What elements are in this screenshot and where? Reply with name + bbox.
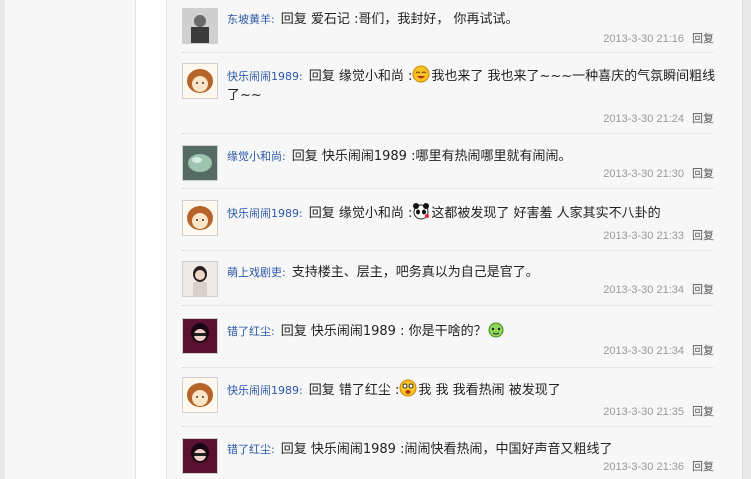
comment-body: 回复 快乐闹闹1989 : 你是干啥的？ bbox=[280, 324, 487, 339]
avatar[interactable] bbox=[182, 145, 218, 181]
comment-text: 快乐闹闹1989: 回复 缘觉小和尚 : 这都被发现了 好害羞 人家其实不八卦的 bbox=[227, 202, 717, 223]
timestamp: 2013-3-30 21:24 bbox=[603, 113, 684, 125]
comment-meta: 2013-3-30 21:34 回复 bbox=[603, 281, 714, 297]
comment-list: 东坡黄羊: 回复 爱石记 :哥们，我封好， 你再试试。 2013-3-30 21:… bbox=[166, 0, 742, 479]
avatar[interactable] bbox=[182, 377, 218, 413]
comment-meta: 2013-3-30 21:30 回复 bbox=[603, 165, 714, 181]
avatar[interactable] bbox=[182, 438, 218, 474]
timestamp: 2013-3-30 21:34 bbox=[603, 284, 684, 296]
timestamp: 2013-3-30 21:34 bbox=[603, 345, 684, 357]
reply-link[interactable]: 回复 bbox=[692, 33, 714, 45]
divider bbox=[182, 250, 714, 251]
jade-stone-icon bbox=[183, 146, 217, 180]
username-link[interactable]: 缘觉小和尚 bbox=[227, 150, 282, 163]
timestamp: 2013-3-30 21:30 bbox=[603, 168, 684, 180]
user-photo-icon bbox=[183, 439, 217, 473]
comment-body-cont: 我 我 我看热闹 被发现了 bbox=[418, 383, 561, 398]
comment-meta: 2013-3-30 21:35 回复 bbox=[603, 403, 714, 419]
divider bbox=[182, 305, 714, 306]
divider bbox=[182, 188, 714, 189]
avatar[interactable] bbox=[182, 318, 218, 354]
timestamp: 2013-3-30 21:35 bbox=[603, 406, 684, 418]
comment-meta: 2013-3-30 21:16 回复 bbox=[603, 30, 714, 46]
comment-item: 快乐闹闹1989: 回复 缘觉小和尚 : 我也来了 我也来了~~~一种喜庆的气氛瞬间… bbox=[182, 63, 717, 126]
comment-body: 回复 缘觉小和尚 : bbox=[308, 69, 413, 84]
comment-text: 东坡黄羊: 回复 爱石记 :哥们，我封好， 你再试试。 bbox=[227, 12, 519, 27]
left-border bbox=[0, 0, 5, 479]
avatar[interactable] bbox=[182, 261, 218, 297]
comment-body: 回复 快乐闹闹1989 :闹闹快看热闹，中国好声音又粗线了 bbox=[280, 442, 613, 457]
divider bbox=[182, 367, 714, 368]
reply-link[interactable]: 回复 bbox=[692, 345, 714, 357]
comment-item: 萌上戏剧吏: 支持楼主、层主，吧务真以为自己是官了。 2013-3-30 21:3… bbox=[182, 261, 714, 301]
username-link[interactable]: 快乐闹闹1989 bbox=[227, 207, 299, 220]
comment-text: 萌上戏剧吏: 支持楼主、层主，吧务真以为自己是官了。 bbox=[227, 265, 539, 280]
comment-item: 快乐闹闹1989: 回复 错了红尘 :我 我 我看热闹 被发现了 2013-3-3… bbox=[182, 377, 717, 419]
laugh-emoji-icon bbox=[412, 65, 430, 83]
reply-link[interactable]: 回复 bbox=[692, 113, 714, 125]
user-photo-icon bbox=[183, 319, 217, 353]
comment-meta: 2013-3-30 21:34 回复 bbox=[603, 342, 714, 358]
username-link[interactable]: 萌上戏剧吏 bbox=[227, 266, 282, 279]
avatar[interactable] bbox=[182, 8, 218, 44]
comment-body: 回复 爱石记 :哥们，我封好， 你再试试。 bbox=[280, 12, 519, 27]
comment-meta: 2013-3-30 21:36 回复 bbox=[603, 458, 714, 474]
comment-body: 回复 错了红尘 : bbox=[308, 383, 400, 398]
comment-item: 缘觉小和尚: 回复 快乐闹闹1989 :哪里有热闹哪里就有闹闹。 2013-3-3… bbox=[182, 145, 714, 185]
comment-body-cont: 这都被发现了 好害羞 人家其实不八卦的 bbox=[431, 206, 661, 221]
shock-emoji-icon bbox=[399, 379, 417, 397]
username-link[interactable]: 快乐闹闹1989 bbox=[227, 70, 299, 83]
divider bbox=[182, 426, 714, 427]
cartoon-girl-icon bbox=[183, 64, 217, 98]
reply-link[interactable]: 回复 bbox=[692, 230, 714, 242]
gutter bbox=[136, 0, 166, 479]
avatar[interactable] bbox=[182, 200, 218, 236]
divider bbox=[182, 133, 714, 134]
comment-item: 错了红尘: 回复 快乐闹闹1989 :闹闹快看热闹，中国好声音又粗线了 2013-… bbox=[182, 438, 714, 478]
divider bbox=[182, 52, 714, 53]
comment-body: 支持楼主、层主，吧务真以为自己是官了。 bbox=[291, 265, 539, 280]
comment-item: 快乐闹闹1989: 回复 缘觉小和尚 : 这都被发现了 好害羞 人家其实不八卦的 2… bbox=[182, 200, 714, 244]
reply-link[interactable]: 回复 bbox=[692, 461, 714, 473]
green-emoji-icon bbox=[488, 322, 504, 338]
timestamp: 2013-3-30 21:16 bbox=[603, 33, 684, 45]
user-photo-icon bbox=[183, 262, 217, 296]
reply-link[interactable]: 回复 bbox=[692, 168, 714, 180]
username-link[interactable]: 错了红尘 bbox=[227, 443, 271, 456]
comment-text: 错了红尘: 回复 快乐闹闹1989 : 你是干啥的？ bbox=[227, 320, 717, 341]
comment-body: 回复 缘觉小和尚 : bbox=[308, 206, 413, 221]
avatar[interactable] bbox=[182, 63, 218, 99]
comment-body: 回复 快乐闹闹1989 :哪里有热闹哪里就有闹闹。 bbox=[291, 149, 572, 164]
reply-link[interactable]: 回复 bbox=[692, 284, 714, 296]
comment-text: 缘觉小和尚: 回复 快乐闹闹1989 :哪里有热闹哪里就有闹闹。 bbox=[227, 149, 572, 164]
comment-text: 错了红尘: 回复 快乐闹闹1989 :闹闹快看热闹，中国好声音又粗线了 bbox=[227, 442, 613, 457]
comment-text: 快乐闹闹1989: 回复 缘觉小和尚 : 我也来了 我也来了~~~一种喜庆的气氛瞬间… bbox=[227, 65, 717, 105]
username-link[interactable]: 东坡黄羊 bbox=[227, 13, 271, 26]
username-link[interactable]: 错了红尘 bbox=[227, 325, 271, 338]
comment-item: 东坡黄羊: 回复 爱石记 :哥们，我封好， 你再试试。 2013-3-30 21:… bbox=[182, 8, 714, 48]
timestamp: 2013-3-30 21:33 bbox=[603, 230, 684, 242]
user-photo-icon bbox=[183, 9, 217, 43]
reply-link[interactable]: 回复 bbox=[692, 406, 714, 418]
comment-item: 错了红尘: 回复 快乐闹闹1989 : 你是干啥的？ 2013-3-30 21:3… bbox=[182, 318, 714, 358]
comment-text: 快乐闹闹1989: 回复 错了红尘 :我 我 我看热闹 被发现了 bbox=[227, 379, 717, 400]
left-sidebar bbox=[0, 0, 136, 479]
username-link[interactable]: 快乐闹闹1989 bbox=[227, 384, 299, 397]
comment-meta: 2013-3-30 21:33 回复 bbox=[603, 227, 714, 243]
scrollbar-track[interactable] bbox=[742, 0, 751, 479]
panda-emoji-icon bbox=[413, 203, 430, 220]
cartoon-girl-icon bbox=[183, 378, 217, 412]
cartoon-girl-icon bbox=[183, 201, 217, 235]
timestamp: 2013-3-30 21:36 bbox=[603, 461, 684, 473]
comment-meta: 2013-3-30 21:24 回复 bbox=[603, 110, 714, 126]
